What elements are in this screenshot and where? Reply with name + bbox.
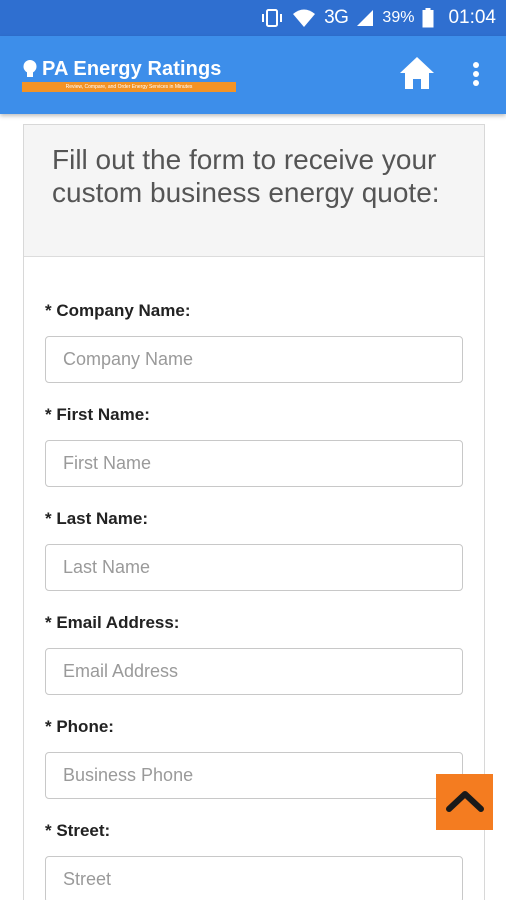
first-name-label: * First Name: <box>45 405 150 424</box>
network-type: 3G <box>324 7 349 28</box>
last-name-label: * Last Name: <box>45 509 148 528</box>
scroll-to-top-button[interactable] <box>436 774 493 830</box>
battery-icon <box>422 8 434 28</box>
vibrate-icon <box>260 8 284 28</box>
chevron-up-icon <box>445 787 485 818</box>
last-name-field: * Last Name: <box>45 509 463 591</box>
home-button[interactable] <box>398 54 436 92</box>
status-bar: 3G 39% 01:04 <box>0 0 506 36</box>
phone-label: * Phone: <box>45 717 114 736</box>
quote-form-card: Fill out the form to receive your custom… <box>23 124 485 900</box>
phone-input[interactable] <box>45 752 463 799</box>
logo-tagline-strip: Review, Compare, and Order Energy Servic… <box>22 82 236 92</box>
street-field: * Street: <box>45 821 463 900</box>
logo-title: PA Energy Ratings <box>42 58 222 80</box>
email-input[interactable] <box>45 648 463 695</box>
company-name-label: * Company Name: <box>45 301 191 320</box>
street-label: * Street: <box>45 821 111 840</box>
overflow-menu-button[interactable] <box>464 54 488 94</box>
battery-level: 39% <box>382 9 415 26</box>
logo-tagline: Review, Compare, and Order Energy Servic… <box>65 84 193 90</box>
street-input[interactable] <box>45 856 463 900</box>
home-icon <box>398 57 436 96</box>
phone-field: * Phone: <box>45 717 463 799</box>
app-bar: PA Energy Ratings Review, Compare, and O… <box>0 36 506 114</box>
company-name-field: * Company Name: <box>45 301 463 383</box>
signal-icon <box>356 9 374 27</box>
form-heading: Fill out the form to receive your custom… <box>52 144 440 208</box>
clock: 01:04 <box>448 7 496 28</box>
email-label: * Email Address: <box>45 613 180 632</box>
form-header: Fill out the form to receive your custom… <box>24 125 484 257</box>
more-vert-icon <box>464 62 488 98</box>
last-name-input[interactable] <box>45 544 463 591</box>
first-name-input[interactable] <box>45 440 463 487</box>
wifi-icon <box>292 8 316 28</box>
email-field: * Email Address: <box>45 613 463 695</box>
company-name-input[interactable] <box>45 336 463 383</box>
app-logo[interactable]: PA Energy Ratings Review, Compare, and O… <box>22 58 236 94</box>
first-name-field: * First Name: <box>45 405 463 487</box>
